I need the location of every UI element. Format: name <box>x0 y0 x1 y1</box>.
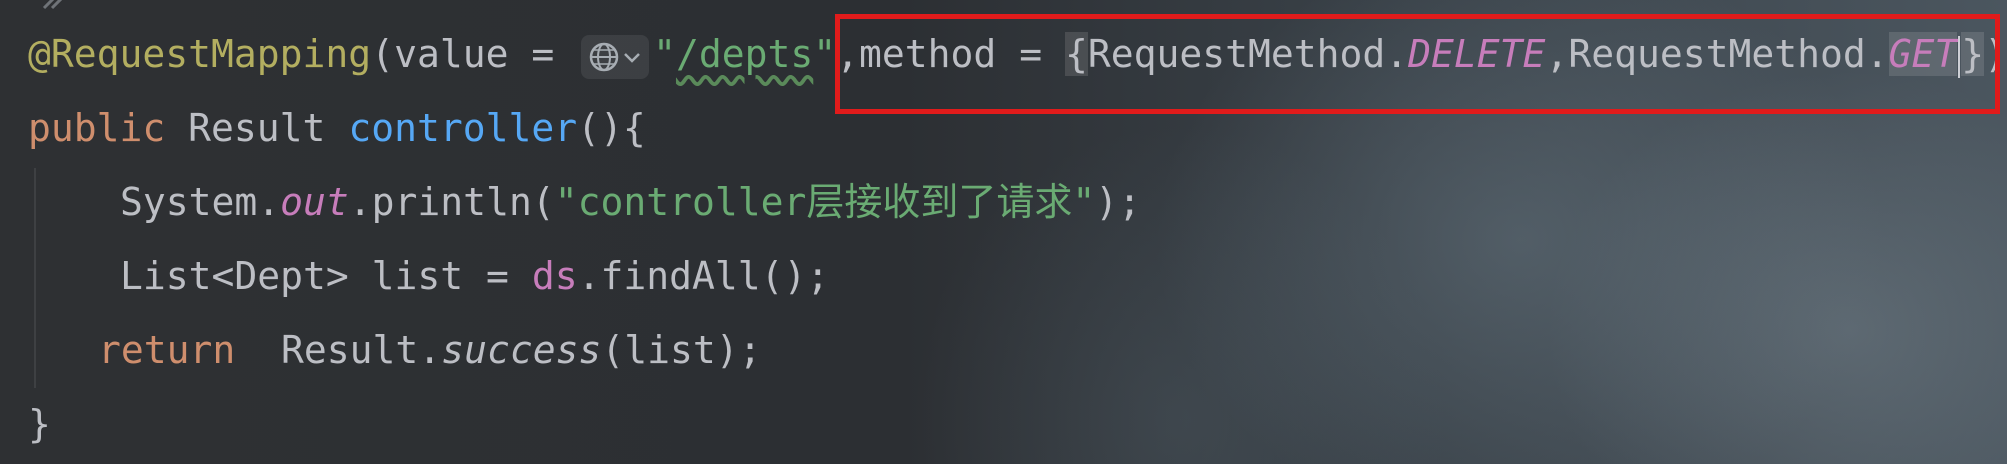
result-class: Result. <box>235 328 442 372</box>
list-declaration: List<Dept> list = <box>120 254 532 298</box>
param-method: method <box>859 32 997 76</box>
statement-end-3: ); <box>1095 180 1142 224</box>
code-line-4[interactable]: List<Dept> list = ds.findAll(); <box>120 246 829 306</box>
text-caret <box>1958 35 1961 78</box>
success-args: (list); <box>601 328 762 372</box>
comma-2: , <box>1545 32 1569 76</box>
string-literal: "controller层接收到了请求" <box>554 180 1096 224</box>
enum-get: GET <box>1888 32 1958 76</box>
findall-call: .findAll(); <box>577 254 830 298</box>
param-value: value <box>394 32 509 76</box>
gutter-glyph-icon <box>40 0 74 14</box>
field-out: out <box>280 180 349 224</box>
code-line-6[interactable]: } <box>28 394 51 454</box>
url-inlay-hint[interactable] <box>581 34 650 79</box>
class-ref-1: RequestMethod. <box>1087 32 1409 76</box>
method-signature-rest: (){ <box>577 106 646 150</box>
code-line-3[interactable]: System.out.println("controller层接收到了请求"); <box>120 172 1141 232</box>
annotation-token: @RequestMapping <box>28 32 372 76</box>
keyword-return: return <box>98 328 236 372</box>
closing-brace: } <box>28 402 51 446</box>
method-name: controller <box>348 106 578 150</box>
paren-close: ) <box>1984 32 2007 76</box>
class-ref-2: RequestMethod. <box>1568 32 1889 76</box>
string-quote-close: " <box>813 32 837 76</box>
comma-1: , <box>836 32 860 76</box>
string-quote-open: " <box>653 32 676 76</box>
return-type: Result <box>165 106 349 150</box>
equals-2: = <box>996 32 1065 76</box>
keyword-public: public <box>28 106 166 150</box>
brace-open: { <box>1064 32 1088 76</box>
println-call: .println( <box>348 180 555 224</box>
success-method: success <box>441 328 602 372</box>
code-editor[interactable]: @RequestMapping(value = "/depts",method … <box>0 0 2007 464</box>
enum-delete: DELETE <box>1408 32 1546 76</box>
system-class: System. <box>120 180 281 224</box>
globe-icon <box>589 42 619 71</box>
field-ds: ds <box>531 254 578 298</box>
paren-open: ( <box>371 32 395 76</box>
brace-close: } <box>1961 32 1985 76</box>
equals-1: = <box>508 32 578 76</box>
code-line-2[interactable]: public Result controller(){ <box>28 98 646 158</box>
url-path-link[interactable]: /depts <box>676 32 813 76</box>
code-line-1[interactable]: @RequestMapping(value = "/depts",method … <box>28 24 2007 84</box>
indent-guide <box>34 168 36 388</box>
code-line-5[interactable]: return Result.success(list); <box>98 320 762 380</box>
chevron-down-icon <box>624 52 640 63</box>
